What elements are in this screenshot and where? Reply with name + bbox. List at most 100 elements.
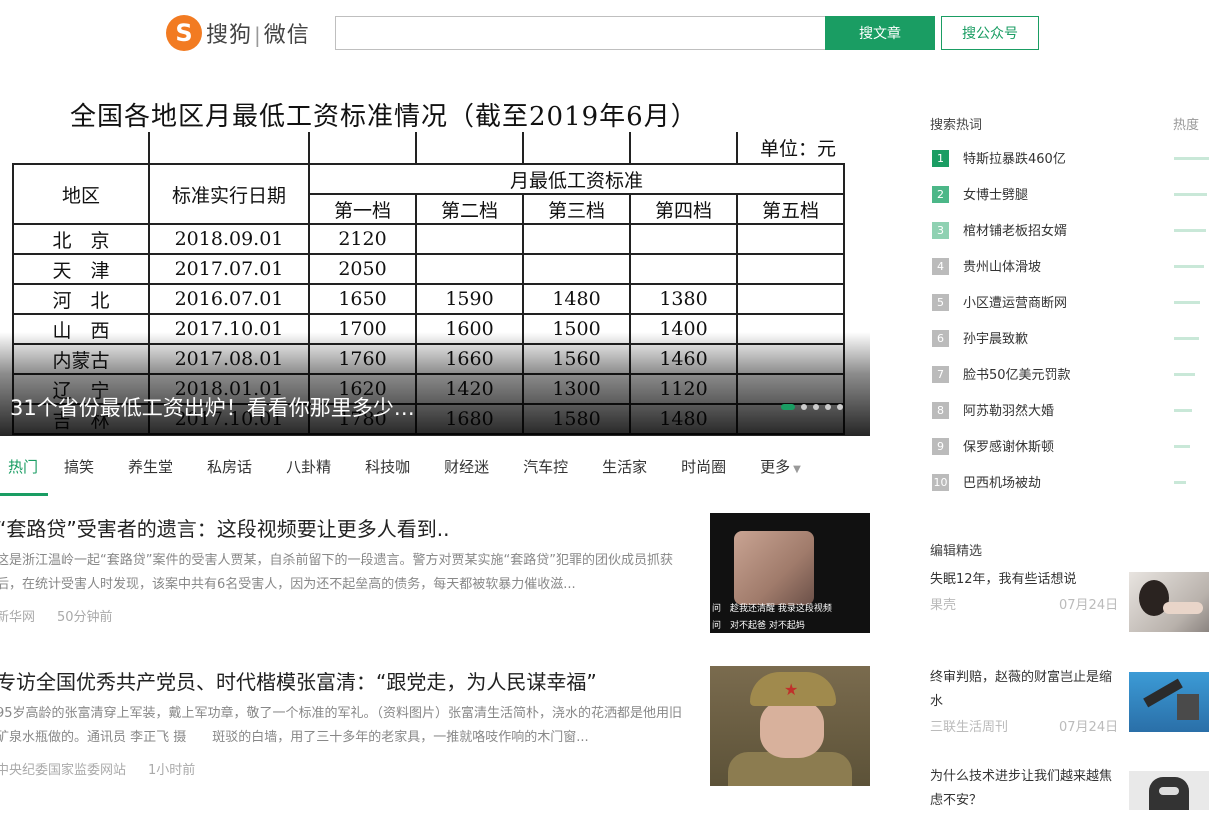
hot-search-item[interactable]: 9 保罗感谢休斯顿 — [930, 436, 1209, 472]
nav-tab[interactable]: 科技咖 — [365, 446, 410, 496]
hot-search-text[interactable]: 孙宇晨致歉 — [963, 328, 1028, 347]
robot-eye-shape — [1159, 787, 1179, 795]
sogou-weixin-logo[interactable]: S 搜狗 |微信 — [166, 14, 310, 52]
wage-cell: 1590 — [415, 283, 524, 315]
nav-tab[interactable]: 生活家 — [602, 446, 647, 496]
hot-search-item[interactable]: 8 阿苏勒羽然大婚 — [930, 400, 1209, 436]
nav-tab-label: 汽车控 — [523, 458, 569, 476]
pick-date: 07月24日 — [1059, 720, 1119, 735]
carousel-dot[interactable] — [781, 404, 795, 410]
article-thumbnail[interactable]: ★ — [710, 666, 870, 786]
search-input[interactable] — [335, 16, 826, 50]
pick-title[interactable]: 为什么技术进步让我们越来越焦虑不安？ — [930, 765, 1120, 813]
nav-tab[interactable]: 养生堂 — [128, 446, 173, 496]
wage-cell: 1380 — [629, 283, 738, 315]
region-cell: 河 北 — [12, 283, 150, 315]
hot-search-text[interactable]: 棺材铺老板招女婿 — [963, 220, 1067, 239]
article-time: 1小时前 — [148, 763, 196, 778]
heat-bar — [1174, 229, 1206, 232]
red-star-icon: ★ — [784, 680, 799, 699]
wage-cell: 2120 — [308, 223, 417, 255]
hot-rank-badge: 2 — [932, 186, 949, 203]
nav-tab-label: 生活家 — [602, 458, 648, 476]
nav-tab[interactable]: 汽车控 — [523, 446, 568, 496]
article-item[interactable]: “套路贷”受害者的遗言：这段视频要让更多人看到.. 这是浙江温岭一起“套路贷”案… — [0, 513, 870, 633]
pick-source[interactable]: 果壳 — [930, 594, 956, 613]
hot-rank-badge: 5 — [932, 294, 949, 311]
article-meta: 新华网 50分钟前 — [0, 606, 113, 625]
date-cell: 2016.07.01 — [148, 283, 310, 315]
nav-tab-label: 搞笑 — [64, 458, 95, 476]
pick-title[interactable]: 失眠12年，我有些话想说 — [930, 568, 1120, 592]
nav-tab[interactable]: 热门 — [0, 446, 49, 496]
carousel-dot[interactable] — [837, 404, 843, 410]
heat-bar — [1174, 265, 1204, 268]
hot-search-text[interactable]: 保罗感谢休斯顿 — [963, 436, 1054, 455]
logo-text: 搜狗 |微信 — [206, 23, 310, 48]
pick-title[interactable]: 终审判赔，赵薇的财富岂止是缩水 — [930, 666, 1120, 714]
search-article-button[interactable]: 搜文章 — [825, 16, 935, 50]
hot-search-text[interactable]: 女博士劈腿 — [963, 184, 1028, 203]
nav-tab-label: 八卦精 — [286, 458, 332, 476]
hot-search-item[interactable]: 7 脸书50亿美元罚款 — [930, 364, 1209, 400]
sogou-logo-icon: S — [166, 15, 202, 51]
region-cell: 天 津 — [12, 253, 150, 285]
hot-search-text[interactable]: 脸书50亿美元罚款 — [963, 364, 1071, 383]
hot-search-text[interactable]: 特斯拉暴跌460亿 — [963, 148, 1066, 167]
pick-thumbnail[interactable] — [1129, 771, 1209, 810]
carousel-caption[interactable]: 31个省份最低工资出炉！看看你那里多少… — [10, 392, 415, 422]
col-date-header: 标准实行日期 — [148, 163, 310, 225]
wage-cell — [629, 223, 738, 255]
tier-header: 第四档 — [629, 193, 738, 225]
hot-search-item[interactable]: 2 女博士劈腿 — [930, 184, 1209, 220]
wage-cell — [522, 223, 631, 255]
wage-row: 河 北 2016.07.01 1650 1590 1480 1380 — [12, 283, 845, 315]
article-time: 50分钟前 — [57, 610, 113, 625]
article-thumbnail[interactable]: 问 趁我还清醒 我录这段视频 问 对不起爸 对不起妈 — [710, 513, 870, 633]
pick-source[interactable]: 三联生活周刊 — [930, 716, 1008, 735]
hot-search-text[interactable]: 贵州山体滑坡 — [963, 256, 1041, 275]
nav-more[interactable]: 更多 ▼ — [760, 446, 801, 496]
hot-search-text[interactable]: 阿苏勒羽然大婚 — [963, 400, 1054, 419]
nav-tab[interactable]: 搞笑 — [64, 446, 94, 496]
heat-bar — [1174, 193, 1207, 196]
carousel-dot[interactable] — [801, 404, 807, 410]
heat-bar — [1174, 481, 1186, 484]
article-source[interactable]: 新华网 — [0, 610, 35, 625]
pick-thumbnail[interactable] — [1129, 572, 1209, 632]
col-region-header: 地区 — [12, 163, 150, 225]
article-title[interactable]: “套路贷”受害者的遗言：这段视频要让更多人看到.. — [0, 513, 686, 542]
hot-search-item[interactable]: 6 孙宇晨致歉 — [930, 328, 1209, 364]
carousel-dot[interactable] — [825, 404, 831, 410]
hot-search-item[interactable]: 10 巴西机场被劫 — [930, 472, 1209, 508]
article-source[interactable]: 中央纪委国家监委网站 — [0, 763, 126, 778]
date-cell: 2017.07.01 — [148, 253, 310, 285]
article-title[interactable]: 专访全国优秀共产党员、时代楷模张富清：“跟党走，为人民谋幸福” — [0, 666, 686, 695]
tier-header: 第三档 — [522, 193, 631, 225]
carousel-dot[interactable] — [813, 404, 819, 410]
headline-carousel[interactable]: 全国各地区月最低工资标准情况（截至2019年6月） 单位：元 地区 标准实行日期… — [0, 96, 870, 436]
nav-tab[interactable]: 私房话 — [207, 446, 252, 496]
hot-search-item[interactable]: 4 贵州山体滑坡 — [930, 256, 1209, 292]
nav-tab[interactable]: 财经迷 — [444, 446, 489, 496]
nav-tab[interactable]: 八卦精 — [286, 446, 331, 496]
pick-thumbnail[interactable] — [1129, 672, 1209, 732]
article-meta: 中央纪委国家监委网站 1小时前 — [0, 759, 195, 778]
nav-tab-label: 科技咖 — [365, 458, 411, 476]
hot-rank-badge: 4 — [932, 258, 949, 275]
col-standard-header: 月最低工资标准 — [308, 163, 845, 195]
article-summary: 95岁高龄的张富清穿上军装，戴上军功章，敬了一个标准的军礼。（资料图片）张富清生… — [0, 706, 683, 745]
hot-search-text[interactable]: 小区遭运营商断网 — [963, 292, 1067, 311]
wage-cell: 1650 — [308, 283, 417, 315]
search-account-button[interactable]: 搜公众号 — [941, 16, 1039, 50]
hot-search-item[interactable]: 5 小区遭运营商断网 — [930, 292, 1209, 328]
article-item[interactable]: 专访全国优秀共产党员、时代楷模张富清：“跟党走，为人民谋幸福” 95岁高龄的张富… — [0, 666, 870, 786]
face-shape — [760, 700, 824, 758]
wage-cell — [629, 253, 738, 285]
wage-cell — [736, 223, 845, 255]
hot-search-text[interactable]: 巴西机场被劫 — [963, 472, 1041, 491]
category-nav: 热门 搞笑 养生堂 私房话 八卦精 科技咖 财经迷 汽车控 生活家 时尚圈 更多 ▼ — [0, 446, 870, 496]
hot-search-item[interactable]: 1 特斯拉暴跌460亿 — [930, 148, 1209, 184]
hot-search-item[interactable]: 3 棺材铺老板招女婿 — [930, 220, 1209, 256]
nav-tab[interactable]: 时尚圈 — [681, 446, 726, 496]
